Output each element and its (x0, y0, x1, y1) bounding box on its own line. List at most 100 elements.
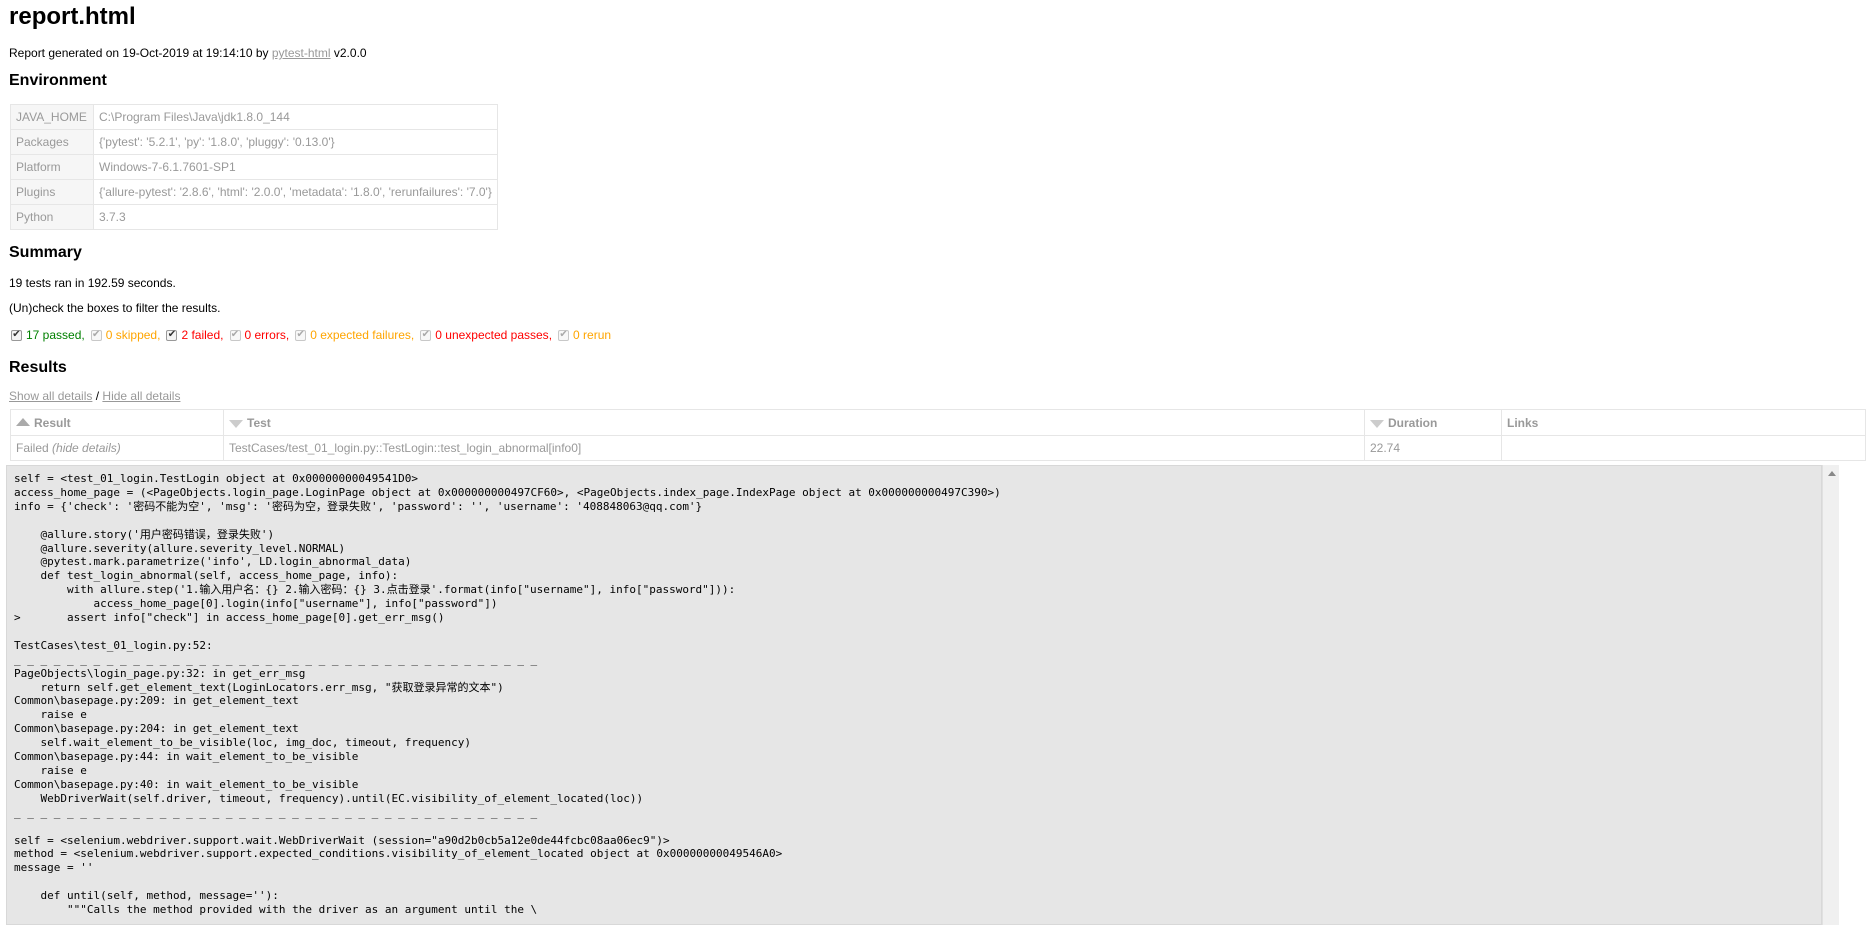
env-value: {'allure-pytest': '2.8.6', 'html': '2.0.… (93, 179, 498, 205)
log-line: PageObjects\login_page.py:32: in get_err… (14, 666, 306, 680)
test-column-label: Test (247, 415, 271, 430)
scroll-thumb[interactable] (1826, 483, 1836, 683)
log-line: @allure.severity(allure.severity_level.N… (14, 541, 346, 555)
summary-text: 19 tests ran in 192.59 seconds. (9, 276, 176, 290)
page-title: report.html (9, 3, 136, 30)
env-key: Python (10, 204, 94, 230)
hide-all-details-link[interactable]: Hide all details (102, 389, 180, 403)
environment-heading: Environment (9, 72, 107, 89)
sort-asc-icon (16, 418, 30, 427)
log-line: self.wait_element_to_be_visible(loc, img… (14, 736, 471, 750)
log-line: WebDriverWait(self.driver, timeout, freq… (14, 791, 644, 805)
failure-log[interactable]: self = <test_01_login.TestLogin object a… (6, 465, 1822, 925)
log-line: info = {'check': '密码不能为空', 'msg': '密码为空，… (14, 499, 703, 513)
env-row: JAVA_HOME C:\Program Files\Java\jdk1.8.0_… (10, 104, 498, 130)
log-line: raise e (14, 708, 87, 722)
filter-label-xfailed: 0 expected failures (310, 328, 411, 342)
log-line: access_home_page[0].login(info["username… (14, 597, 498, 611)
filter-xfailed: ✔ 0 expected failures, (295, 328, 414, 342)
filter-failed: ✔ 2 failed, (166, 328, 224, 342)
generated-prefix: Report generated on 19-Oct-2019 at 19:14… (9, 46, 272, 60)
log-line: Common\basepage.py:44: in wait_element_t… (14, 750, 359, 764)
log-line: @pytest.mark.parametrize('info', LD.logi… (14, 555, 412, 569)
filter-separator: , (157, 328, 161, 342)
result-filters: ✔ 17 passed, ✔ 0 skipped, ✔ 2 failed, ✔ 0 error… (11, 328, 617, 342)
results-table: Result Test Duration Links Failed (hide … (10, 409, 1866, 461)
generated-suffix: v2.0.0 (330, 46, 367, 60)
log-line: method = <selenium.webdriver.support.exp… (14, 847, 783, 861)
results-heading: Results (9, 359, 67, 376)
log-line: > assert info["check"] in access_home_pa… (14, 611, 445, 625)
duration-column-label: Duration (1388, 415, 1438, 430)
env-row: Platform Windows-7-6.1.7601-SP1 (10, 154, 498, 180)
env-value: C:\Program Files\Java\jdk1.8.0_144 (93, 104, 498, 130)
environment-table: JAVA_HOME C:\Program Files\Java\jdk1.8.0_… (10, 104, 498, 230)
filter-label-failed: 2 failed (181, 328, 221, 342)
test-name-cell: TestCases/test_01_login.py::TestLogin::t… (223, 435, 1365, 461)
log-line: def test_login_abnormal(self, access_hom… (14, 569, 399, 583)
filter-separator: , (285, 328, 290, 342)
test-column-header[interactable]: Test (223, 409, 1365, 436)
filter-checkbox-failed[interactable]: ✔ (166, 329, 178, 341)
log-line: @allure.story('用户密码错误，登录失败') (14, 527, 275, 541)
log-line: def until(self, method, message=''): (14, 889, 279, 903)
log-line: """Calls the method provided with the dr… (14, 903, 538, 917)
log-line: _ _ _ _ _ _ _ _ _ _ _ _ _ _ _ _ _ _ _ _ … (14, 805, 538, 819)
scroll-up-icon[interactable] (1828, 471, 1836, 476)
log-scrollbar[interactable] (1822, 465, 1839, 925)
filter-error: ✔ 0 errors, (229, 328, 290, 342)
filter-checkbox-passed[interactable]: ✔ (11, 329, 22, 341)
filter-separator: , (548, 328, 553, 342)
result-cell: Failed (hide details) (10, 435, 224, 461)
result-column-header[interactable]: Result (10, 409, 224, 436)
env-key: JAVA_HOME (10, 104, 94, 130)
filter-instructions: (Un)check the boxes to filter the result… (9, 301, 221, 315)
show-all-details-link[interactable]: Show all details (9, 389, 92, 403)
env-row: Plugins {'allure-pytest': '2.8.6', 'html'… (10, 179, 498, 205)
log-line: TestCases\test_01_login.py:52: (14, 638, 213, 652)
sort-desc-icon (1370, 420, 1384, 429)
filter-label-xpassed: 0 unexpected passes (435, 328, 549, 342)
links-cell (1501, 435, 1866, 461)
log-line: with allure.step('1.输入用户名：{} 2.输入密码：{} 3… (14, 583, 736, 597)
result-column-label: Result (34, 415, 71, 430)
summary-heading: Summary (9, 244, 82, 261)
log-line: return self.get_element_text(LoginLocato… (14, 680, 504, 694)
table-row: Failed (hide details) TestCases/test_01_… (10, 435, 1866, 461)
hide-details-toggle[interactable]: (hide details) (52, 441, 121, 455)
duration-column-header[interactable]: Duration (1364, 409, 1502, 436)
pytest-html-link[interactable]: pytest-html (272, 46, 331, 60)
filter-label-passed: 17 passed (26, 328, 82, 342)
log-line: self = <test_01_login.TestLogin object a… (14, 472, 418, 485)
env-value: Windows-7-6.1.7601-SP1 (93, 154, 498, 180)
log-line: _ _ _ _ _ _ _ _ _ _ _ _ _ _ _ _ _ _ _ _ … (14, 652, 538, 666)
env-key: Platform (10, 154, 94, 180)
log-line: raise e (14, 764, 87, 777)
env-row: Python 3.7.3 (10, 204, 498, 230)
generated-line: Report generated on 19-Oct-2019 at 19:14… (9, 46, 367, 60)
links-column-header: Links (1501, 409, 1866, 436)
filter-checkbox-xpassed: ✔ (420, 329, 432, 341)
filter-separator: , (81, 328, 85, 342)
filter-rerun: ✔ 0 rerun (558, 328, 611, 342)
filter-checkbox-rerun: ✔ (558, 329, 570, 341)
env-key: Packages (10, 129, 94, 155)
filter-checkbox-skipped: ✔ (90, 329, 102, 341)
details-links: Show all details / Hide all details (9, 389, 180, 403)
filter-label-rerun: 0 rerun (573, 328, 612, 342)
log-line: self = <selenium.webdriver.support.wait.… (14, 833, 670, 847)
filter-label-error: 0 errors (244, 328, 286, 342)
filter-label-skipped: 0 skipped (105, 328, 158, 342)
duration-cell: 22.74 (1364, 435, 1502, 461)
filter-xpassed: ✔ 0 unexpected passes, (420, 328, 552, 342)
log-line: Common\basepage.py:40: in wait_element_t… (14, 777, 359, 791)
env-value: {'pytest': '5.2.1', 'py': '1.8.0', 'plug… (93, 129, 498, 155)
filter-checkbox-error: ✔ (229, 329, 241, 341)
env-key: Plugins (10, 179, 94, 205)
results-header-row: Result Test Duration Links (10, 409, 1866, 436)
details-separator: / (92, 389, 103, 403)
filter-checkbox-xfailed: ✔ (295, 329, 307, 341)
